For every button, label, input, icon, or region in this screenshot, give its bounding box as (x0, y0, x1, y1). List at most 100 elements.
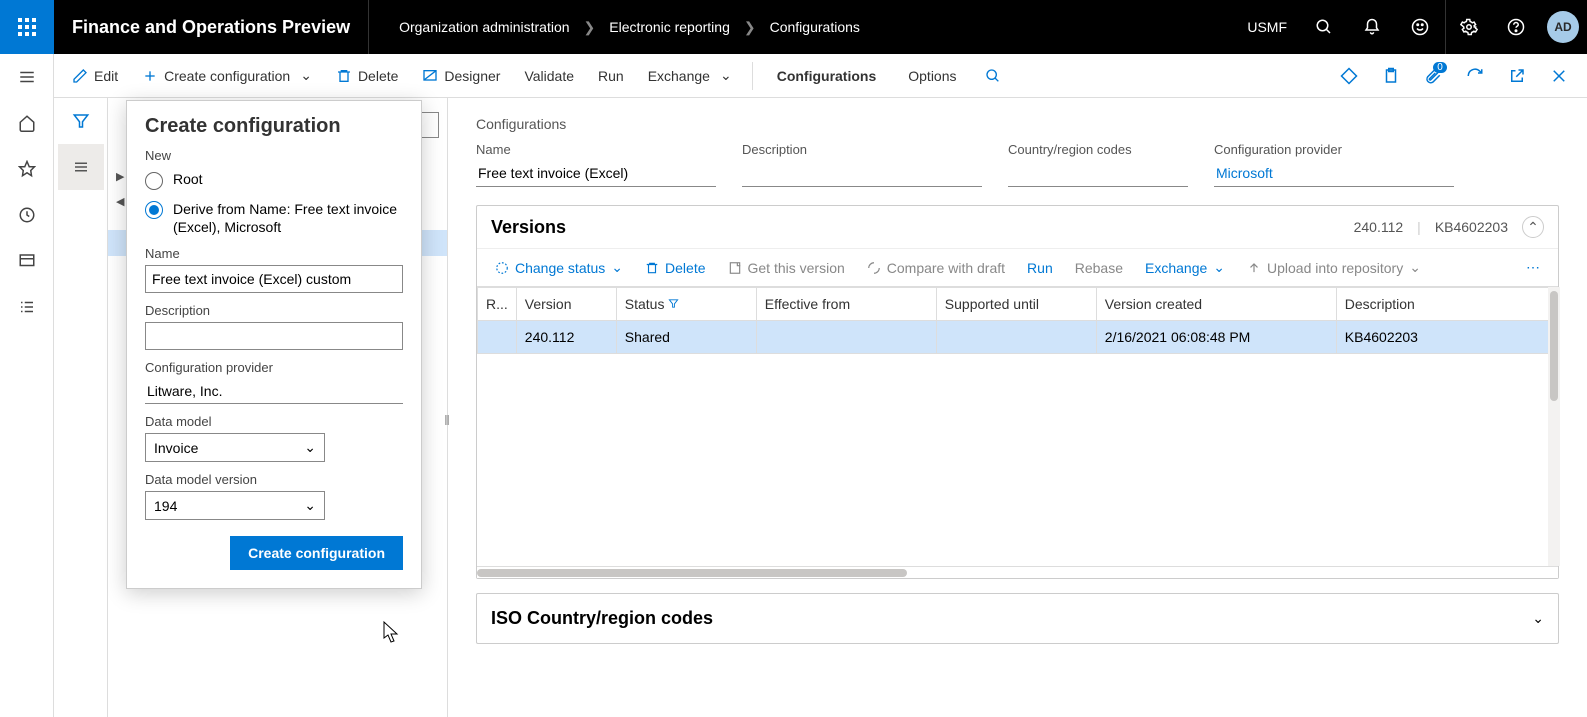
description-label: Description (145, 303, 403, 318)
modules-icon[interactable] (0, 284, 54, 330)
cell-status: Shared (616, 321, 756, 354)
description-input[interactable] (145, 322, 403, 350)
col-version[interactable]: Version (516, 288, 616, 321)
compare-button[interactable]: Compare with draft (859, 256, 1013, 280)
col-effective[interactable]: Effective from (756, 288, 936, 321)
star-icon[interactable] (0, 146, 54, 192)
versions-header[interactable]: Versions 240.112 | KB4602203 ⌃ (477, 206, 1558, 248)
change-status-button[interactable]: Change status⌄ (487, 255, 631, 280)
exchange-button[interactable]: Exchange⌄ (638, 54, 742, 98)
chevron-down-icon: ⌄ (1213, 259, 1225, 276)
search-action-button[interactable] (975, 54, 1011, 98)
run-button[interactable]: Run (588, 54, 634, 98)
pencil-icon (72, 68, 88, 84)
compare-icon (867, 261, 881, 275)
get-version-button[interactable]: Get this version (720, 256, 853, 280)
breadcrumb-item[interactable]: Configurations (770, 19, 860, 35)
tab-options[interactable]: Options (894, 68, 970, 84)
col-description[interactable]: Description (1336, 288, 1557, 321)
more-icon[interactable]: ⋯ (1518, 255, 1548, 280)
name-label: Name (476, 142, 716, 157)
home-icon[interactable] (0, 100, 54, 146)
filter-icon[interactable] (58, 98, 104, 144)
breadcrumb-item[interactable]: Electronic reporting (609, 19, 730, 35)
radio-icon (145, 172, 163, 190)
bell-icon[interactable] (1349, 0, 1395, 54)
avatar[interactable]: AD (1547, 11, 1579, 43)
data-model-select[interactable]: Invoice⌄ (145, 433, 325, 462)
provider-label: Configuration provider (1214, 142, 1454, 157)
horizontal-scrollbar[interactable] (477, 566, 1558, 578)
version-run-button[interactable]: Run (1019, 256, 1061, 280)
chevron-right-icon: ❯ (584, 19, 596, 36)
breadcrumb-item[interactable]: Organization administration (399, 19, 569, 35)
attachments-icon[interactable]: 0 (1413, 54, 1453, 98)
exchange-label: Exchange (648, 68, 710, 84)
upload-repository-button[interactable]: Upload into repository⌄ (1239, 255, 1429, 280)
diamond-icon[interactable] (1329, 54, 1369, 98)
refresh-icon[interactable] (1455, 54, 1495, 98)
designer-button[interactable]: Designer (412, 54, 510, 98)
iso-card[interactable]: ISO Country/region codes ⌄ (476, 593, 1559, 644)
workspace-icon[interactable] (0, 238, 54, 284)
data-model-version-select[interactable]: 194⌄ (145, 491, 325, 520)
name-value[interactable]: Free text invoice (Excel) (476, 161, 716, 187)
delete-button[interactable]: Delete (326, 54, 408, 98)
badge-count: 0 (1433, 62, 1447, 73)
version-run-label: Run (1027, 260, 1053, 276)
popout-icon[interactable] (1497, 54, 1537, 98)
close-icon[interactable] (1539, 54, 1579, 98)
splitter-handle[interactable]: ‖ (443, 408, 451, 432)
tab-configurations[interactable]: Configurations (763, 68, 891, 84)
create-configuration-button[interactable]: Create configuration⌄ (132, 54, 322, 98)
recent-icon[interactable] (0, 192, 54, 238)
table-row[interactable]: 240.112 Shared 2/16/2021 06:08:48 PM KB4… (478, 321, 1558, 354)
col-r[interactable]: R... (478, 288, 517, 321)
detail-pane: Configurations Name Free text invoice (Ex… (448, 98, 1587, 717)
name-input[interactable] (145, 265, 403, 293)
create-configuration-submit-button[interactable]: Create configuration (230, 536, 403, 570)
radio-root[interactable]: Root (145, 171, 403, 190)
detail-header: Configurations (476, 116, 1559, 142)
filter-icon (668, 296, 679, 312)
chevron-down-icon: ⌄ (304, 497, 316, 514)
country-value[interactable] (1008, 161, 1188, 187)
versions-header-meta: 240.112 | KB4602203 ⌃ (1354, 216, 1544, 238)
data-model-value: Invoice (154, 440, 198, 456)
search-icon[interactable] (1301, 0, 1347, 54)
col-supported[interactable]: Supported until (936, 288, 1096, 321)
clipboard-icon[interactable] (1371, 54, 1411, 98)
chevron-down-icon: ⌄ (1409, 259, 1421, 276)
rebase-button[interactable]: Rebase (1067, 256, 1131, 280)
hamburger-icon[interactable] (0, 54, 54, 100)
app-title: Finance and Operations Preview (54, 0, 369, 54)
edit-button[interactable]: Edit (62, 54, 128, 98)
description-value[interactable] (742, 161, 982, 187)
provider-value[interactable]: Microsoft (1214, 161, 1454, 187)
vertical-scrollbar[interactable] (1548, 287, 1560, 566)
version-exchange-button[interactable]: Exchange⌄ (1137, 255, 1233, 280)
gear-icon[interactable] (1445, 0, 1491, 54)
tree-caret-icon[interactable]: ▶ (116, 170, 124, 183)
versions-card: Versions 240.112 | KB4602203 ⌃ Change st… (476, 205, 1559, 579)
edit-label: Edit (94, 68, 118, 84)
validate-button[interactable]: Validate (514, 54, 584, 98)
version-delete-button[interactable]: Delete (637, 256, 713, 280)
version-delete-label: Delete (665, 260, 705, 276)
help-icon[interactable] (1493, 0, 1539, 54)
list-icon[interactable] (58, 144, 104, 190)
col-status[interactable]: Status (616, 288, 756, 321)
breadcrumb: Organization administration ❯ Electronic… (369, 19, 1235, 36)
get-version-label: Get this version (748, 260, 845, 276)
smile-icon[interactable] (1397, 0, 1443, 54)
note-icon (728, 261, 742, 275)
provider-value: Litware, Inc. (145, 379, 403, 404)
detail-fields: NameFree text invoice (Excel) Descriptio… (476, 142, 1559, 187)
radio-root-label: Root (173, 171, 203, 187)
col-created[interactable]: Version created (1096, 288, 1336, 321)
chevron-up-icon[interactable]: ⌃ (1522, 216, 1544, 238)
app-launcher-button[interactable] (0, 0, 54, 54)
radio-derive[interactable]: Derive from Name: Free text invoice (Exc… (145, 200, 403, 236)
company-label[interactable]: USMF (1235, 0, 1299, 54)
tree-caret-icon[interactable]: ◀ (116, 195, 124, 208)
